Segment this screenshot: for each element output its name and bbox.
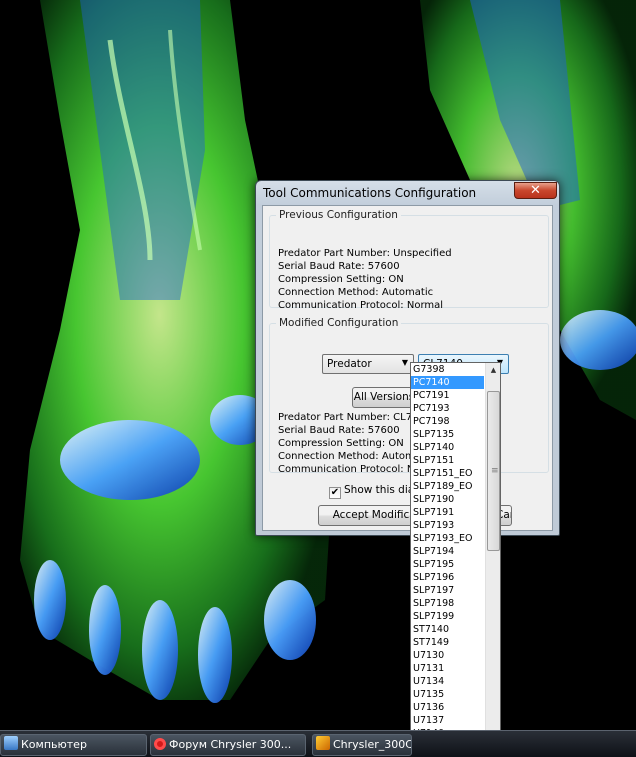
- dropdown-option[interactable]: SLP7135: [411, 428, 484, 441]
- previous-protocol: Communication Protocol: Normal: [278, 300, 444, 311]
- taskbar-item-label: Форум Chrysler 300...: [169, 738, 292, 751]
- modified-baud-rate: Serial Baud Rate: 57600: [278, 425, 400, 436]
- dropdown-option[interactable]: U7131: [411, 662, 484, 675]
- close-button[interactable]: ✕: [514, 182, 557, 199]
- taskbar-item-computer[interactable]: Компьютер: [0, 734, 147, 756]
- title-bar[interactable]: Tool Communications Configuration ✕: [256, 181, 559, 205]
- dropdown-option[interactable]: U7137: [411, 714, 484, 727]
- modified-protocol: Communication Protocol: Normal: [278, 464, 415, 475]
- dropdown-option[interactable]: U7134: [411, 675, 484, 688]
- show-dialog-checkbox[interactable]: ✔: [329, 487, 341, 499]
- dropdown-option[interactable]: SLP7199: [411, 610, 484, 623]
- dropdown-option[interactable]: SLP7198: [411, 597, 484, 610]
- scroll-up-icon[interactable]: ▲: [486, 363, 500, 378]
- modified-part-number: Predator Part Number: CL7140: [278, 412, 415, 423]
- previous-baud-rate: Serial Baud Rate: 57600: [278, 261, 400, 272]
- dropdown-option[interactable]: ST7140: [411, 623, 484, 636]
- dropdown-option[interactable]: PC7140: [411, 376, 484, 389]
- dropdown-option[interactable]: U7135: [411, 688, 484, 701]
- close-icon: ✕: [530, 183, 541, 198]
- previous-configuration-info: Predator Part Number: Unspecified Serial…: [278, 247, 452, 312]
- dropdown-option[interactable]: SLP7193: [411, 519, 484, 532]
- dropdown-option[interactable]: U7136: [411, 701, 484, 714]
- scrollbar-thumb[interactable]: ≡: [487, 391, 500, 551]
- all-versions-button[interactable]: All Versions: [352, 387, 416, 408]
- dropdown-option[interactable]: PC7198: [411, 415, 484, 428]
- previous-compression: Compression Setting: ON: [278, 274, 404, 285]
- dropdown-option[interactable]: PC7193: [411, 402, 484, 415]
- dropdown-option[interactable]: SLP7189_EO: [411, 480, 484, 493]
- dropdown-option[interactable]: SLP7140: [411, 441, 484, 454]
- taskbar-item-label: Компьютер: [21, 738, 87, 751]
- dropdown-option[interactable]: SLP7151_EO: [411, 467, 484, 480]
- dropdown-option[interactable]: SLP7195: [411, 558, 484, 571]
- modified-configuration-group: Modified Configuration Predator ▼ CL7140…: [269, 317, 549, 476]
- dropdown-items: G7398 PC7140 PC7191 PC7193 PC7198 SLP7135 SLP7…: [411, 363, 484, 751]
- previous-configuration-legend: Previous Configuration: [279, 209, 398, 221]
- device-select[interactable]: Predator ▼: [322, 354, 414, 374]
- tool-communications-dialog: Tool Communications Configuration ✕ Prev…: [255, 180, 560, 536]
- part-number-dropdown-list[interactable]: G7398 PC7140 PC7191 PC7193 PC7198 SLP7135 SLP7…: [410, 362, 501, 752]
- dropdown-option[interactable]: ST7149: [411, 636, 484, 649]
- dropdown-option[interactable]: G7398: [411, 363, 484, 376]
- previous-part-number: Predator Part Number: Unspecified: [278, 248, 452, 259]
- dropdown-option[interactable]: SLP7191: [411, 506, 484, 519]
- tool-app-icon: [316, 736, 330, 750]
- modified-configuration-info: Predator Part Number: CL7140 Serial Baud…: [278, 411, 415, 476]
- modified-compression: Compression Setting: ON: [278, 438, 404, 449]
- dropdown-option[interactable]: PC7191: [411, 389, 484, 402]
- window-title: Tool Communications Configuration: [263, 186, 477, 200]
- dialog-body: Previous Configuration Predator Part Num…: [262, 205, 553, 531]
- dropdown-option[interactable]: SLP7190: [411, 493, 484, 506]
- dropdown-scrollbar[interactable]: ▲ ≡ ▼: [485, 363, 500, 751]
- dropdown-option[interactable]: SLP7196: [411, 571, 484, 584]
- previous-configuration-group: Previous Configuration Predator Part Num…: [269, 209, 549, 311]
- dropdown-option[interactable]: U7130: [411, 649, 484, 662]
- previous-connection-method: Connection Method: Automatic: [278, 287, 434, 298]
- grip-icon: ≡: [491, 466, 499, 476]
- dropdown-option[interactable]: SLP7194: [411, 545, 484, 558]
- computer-icon: [4, 736, 18, 750]
- taskbar-item-chrysler[interactable]: Chrysler_300C: [312, 734, 412, 756]
- device-select-value: Predator: [327, 358, 372, 370]
- taskbar-item-label: Chrysler_300C: [333, 738, 412, 751]
- chevron-down-icon: ▼: [401, 358, 408, 367]
- dropdown-option[interactable]: SLP7193_EO: [411, 532, 484, 545]
- taskbar-item-opera-forum[interactable]: Форум Chrysler 300...: [150, 734, 306, 756]
- opera-icon: [154, 738, 166, 750]
- modified-configuration-legend: Modified Configuration: [279, 317, 399, 329]
- modified-connection-method: Connection Method: Automatic: [278, 451, 415, 462]
- checkmark-icon: ✔: [330, 487, 340, 498]
- dropdown-option[interactable]: SLP7197: [411, 584, 484, 597]
- dropdown-option[interactable]: SLP7151: [411, 454, 484, 467]
- taskbar: Компьютер Форум Chrysler 300... Chrysler…: [0, 730, 636, 757]
